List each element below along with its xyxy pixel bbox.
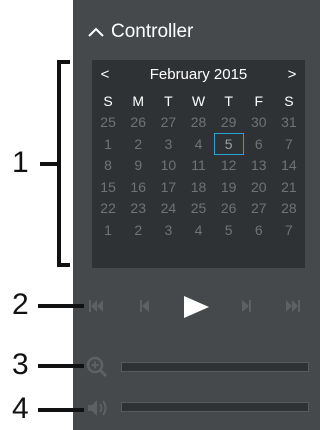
calendar-day[interactable]: 20 — [244, 176, 274, 198]
playback-controls — [89, 296, 300, 318]
weekday-label: F — [254, 92, 264, 109]
weekday-label: T — [224, 92, 233, 109]
callout-2-line — [38, 304, 84, 308]
calendar-day[interactable]: 1 — [93, 133, 123, 155]
volume-slider[interactable] — [121, 402, 309, 412]
calendar-day[interactable]: 27 — [244, 198, 274, 220]
next-month-button[interactable]: > — [279, 66, 305, 83]
play-icon[interactable] — [184, 296, 209, 318]
weekday-label: S — [103, 92, 113, 109]
calendar-day[interactable]: 26 — [123, 112, 153, 134]
callout-4-line — [38, 408, 84, 412]
weekday-label: W — [191, 92, 206, 109]
calendar-day[interactable]: 29 — [214, 112, 244, 134]
calendar-day[interactable]: 28 — [274, 198, 304, 220]
calendar: < February 2015 > S M T W T F S 25 26 27… — [92, 60, 305, 268]
callout-3-line — [38, 364, 84, 368]
calendar-day[interactable]: 8 — [93, 155, 123, 177]
calendar-day[interactable]: 6 — [244, 219, 274, 241]
calendar-day[interactable]: 4 — [183, 219, 213, 241]
controller-title: Controller — [111, 21, 194, 42]
step-forward-icon[interactable] — [242, 300, 251, 312]
calendar-day[interactable]: 17 — [153, 176, 183, 198]
volume-icon[interactable] — [86, 398, 110, 418]
callout-1-line — [40, 162, 57, 166]
calendar-day[interactable]: 24 — [153, 198, 183, 220]
skip-last-icon[interactable] — [286, 300, 300, 312]
zoom-in-icon[interactable] — [86, 356, 108, 378]
skip-first-icon[interactable] — [89, 300, 103, 312]
calendar-day[interactable]: 3 — [153, 133, 183, 155]
calendar-day[interactable]: 7 — [274, 219, 304, 241]
calendar-day[interactable]: 22 — [93, 198, 123, 220]
calendar-day[interactable]: 26 — [214, 198, 244, 220]
month-label[interactable]: February 2015 — [150, 66, 248, 83]
prev-month-button[interactable]: < — [92, 66, 118, 83]
selected-day[interactable]: 5 — [213, 133, 244, 155]
calendar-day[interactable]: 3 — [153, 219, 183, 241]
callout-4-label: 4 — [12, 392, 29, 425]
controller-header[interactable]: Controller — [85, 18, 193, 46]
calendar-day[interactable]: 23 — [123, 198, 153, 220]
calendar-day[interactable]: 6 — [244, 133, 274, 155]
calendar-day[interactable]: 4 — [183, 133, 213, 155]
calendar-day[interactable]: 5 — [214, 219, 244, 241]
calendar-day[interactable]: 7 — [274, 133, 304, 155]
weekday-label: S — [284, 92, 294, 109]
callout-3-label: 3 — [12, 348, 29, 381]
zoom-slider[interactable] — [121, 362, 309, 372]
calendar-day[interactable]: 10 — [153, 155, 183, 177]
callout-1-bracket — [57, 60, 70, 267]
calendar-day[interactable]: 21 — [274, 176, 304, 198]
calendar-day[interactable]: 19 — [214, 176, 244, 198]
calendar-day[interactable]: 12 — [214, 155, 244, 177]
calendar-day[interactable]: 25 — [93, 112, 123, 134]
step-back-icon[interactable] — [140, 300, 149, 312]
calendar-day[interactable]: 27 — [153, 112, 183, 134]
calendar-day[interactable]: 16 — [123, 176, 153, 198]
calendar-day[interactable]: 9 — [123, 155, 153, 177]
calendar-day[interactable]: 11 — [183, 155, 213, 177]
calendar-day[interactable]: 14 — [274, 155, 304, 177]
calendar-day[interactable]: 30 — [244, 112, 274, 134]
calendar-day[interactable]: 1 — [93, 219, 123, 241]
calendar-day[interactable]: 2 — [123, 219, 153, 241]
calendar-day[interactable]: 18 — [183, 176, 213, 198]
calendar-day[interactable]: 2 — [123, 133, 153, 155]
calendar-day[interactable]: 15 — [93, 176, 123, 198]
callout-1-label: 1 — [12, 146, 29, 179]
chevron-up-icon — [88, 27, 104, 37]
calendar-day[interactable]: 13 — [244, 155, 274, 177]
weekday-label: T — [164, 92, 173, 109]
calendar-day[interactable]: 25 — [183, 198, 213, 220]
calendar-nav: < February 2015 > — [92, 63, 305, 85]
calendar-day[interactable]: 31 — [274, 112, 304, 134]
calendar-grid: S M T W T F S 25 26 27 28 29 30 31 1 2 3… — [93, 90, 304, 241]
calendar-day[interactable]: 28 — [183, 112, 213, 134]
callout-2-label: 2 — [12, 288, 29, 321]
weekday-label: M — [132, 92, 145, 109]
